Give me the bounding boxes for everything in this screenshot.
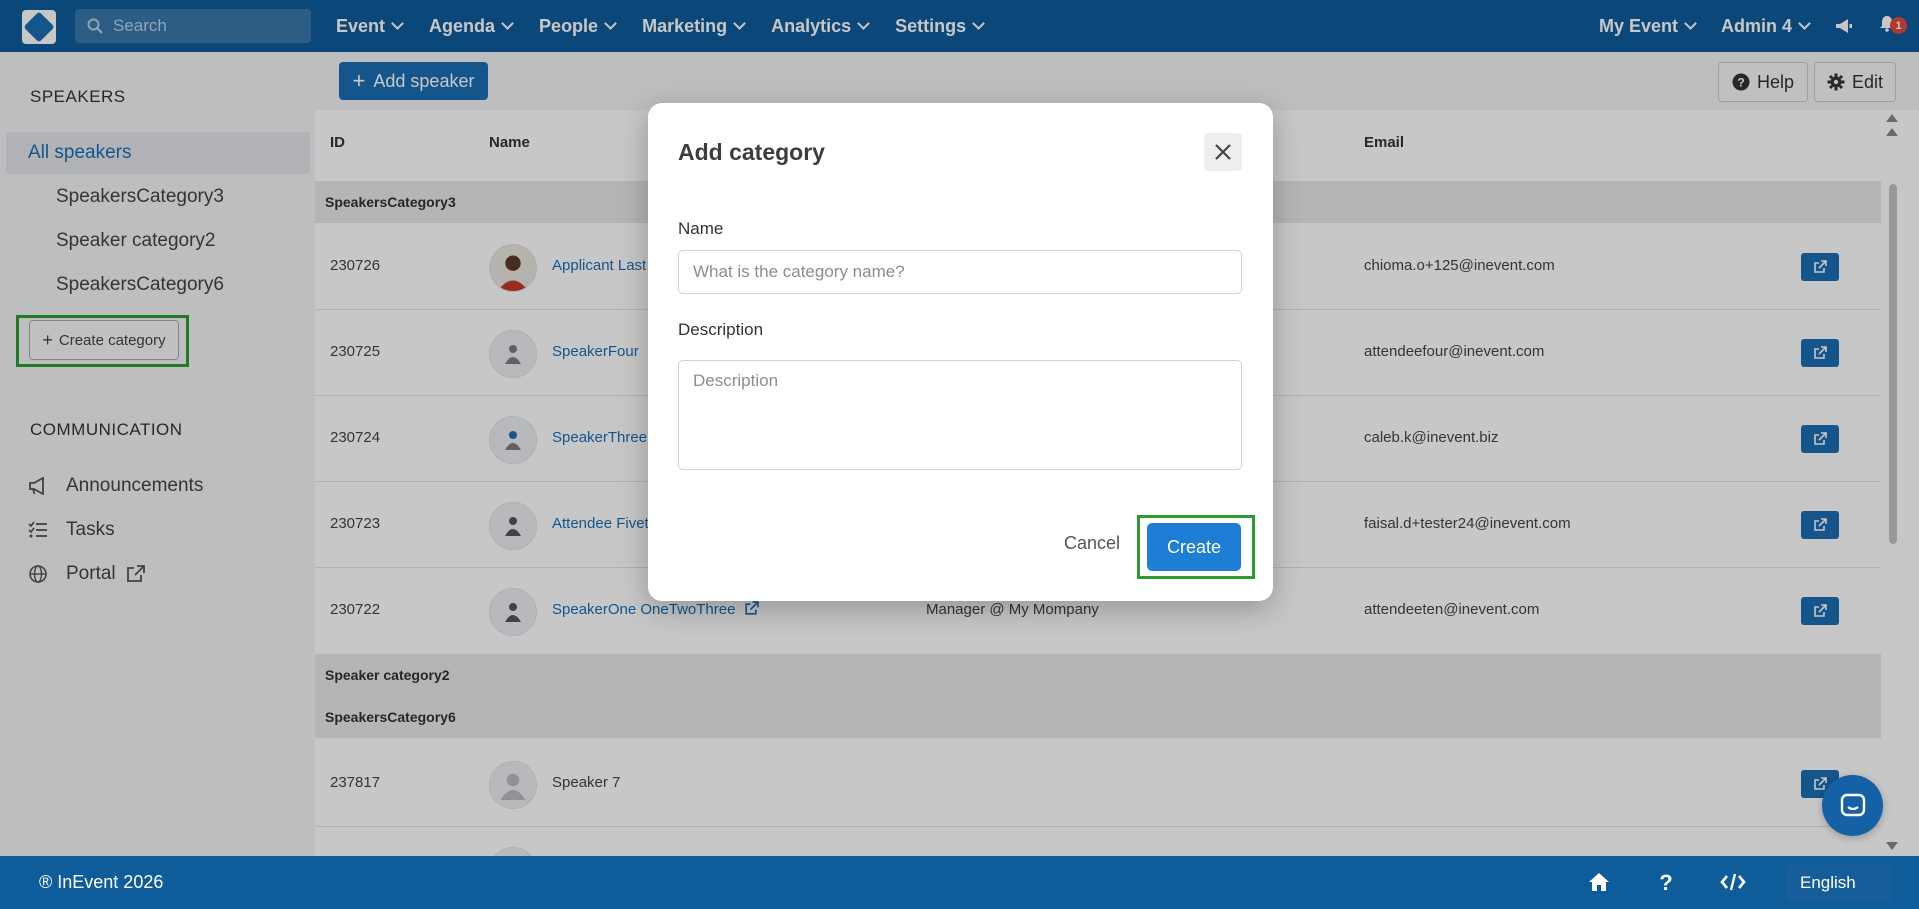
name-label: Name [678,219,724,238]
close-icon [1215,144,1231,160]
dialog-title: Add category [678,139,825,165]
chat-icon [1840,793,1865,816]
question-icon[interactable]: ? [1658,870,1674,894]
close-button[interactable] [1204,133,1242,171]
category-description-input[interactable] [678,360,1242,470]
add-category-dialog: Add category Name Description Cancel Cre… [648,103,1273,601]
chat-launcher-button[interactable] [1822,775,1883,836]
cancel-button[interactable]: Cancel [1064,533,1120,554]
svg-text:?: ? [1659,870,1672,894]
language-selector[interactable]: English [1786,864,1891,902]
code-icon[interactable] [1720,872,1746,892]
footer: ® InEvent 2026 ? English [0,856,1919,909]
description-label: Description [678,320,764,339]
create-button[interactable]: Create [1147,523,1241,571]
copyright-text: ® InEvent 2026 [39,872,164,892]
category-name-input[interactable] [678,250,1242,294]
home-icon[interactable] [1588,872,1610,892]
